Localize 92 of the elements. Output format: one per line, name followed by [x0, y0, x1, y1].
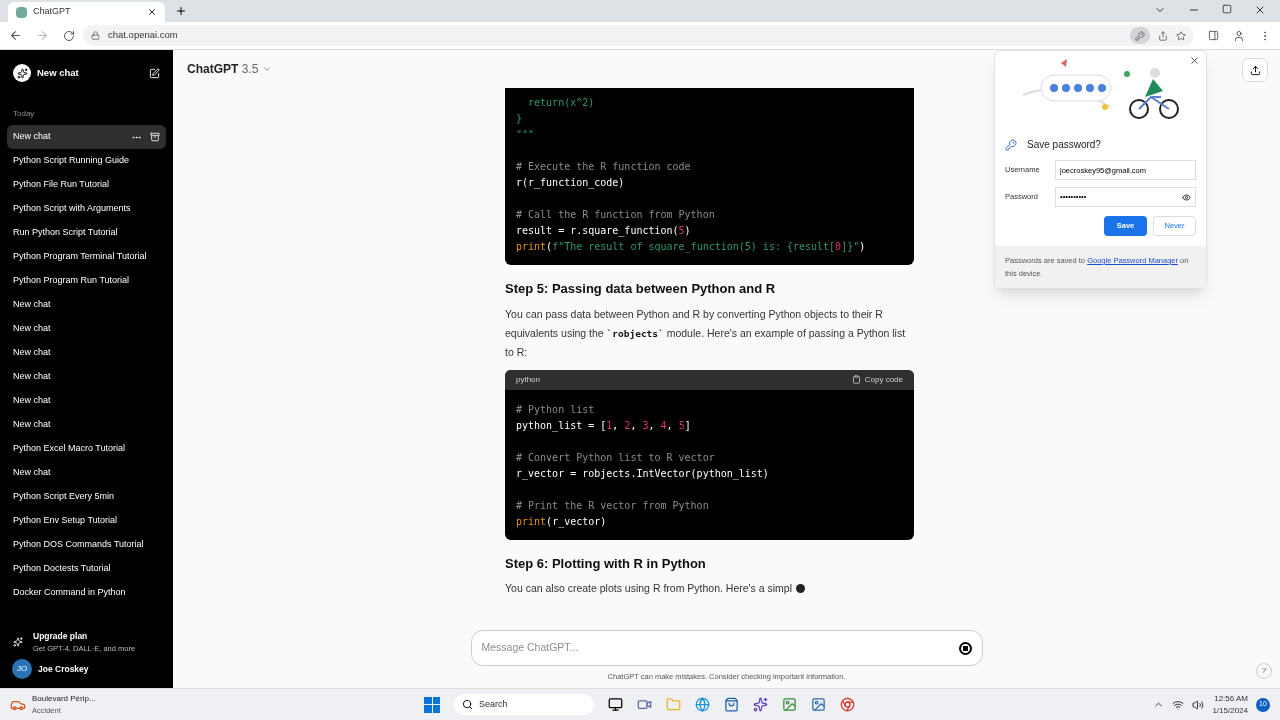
address-bar[interactable]: chat.openai.com	[83, 25, 1194, 46]
code-line: return(x^2)	[527, 96, 595, 110]
logo-icon	[13, 64, 31, 82]
weather-title[interactable]: Boulevard Périp...	[32, 692, 96, 705]
user-name: Joe Croskey	[38, 662, 89, 676]
new-chat-icon[interactable]	[149, 67, 160, 79]
search-icon	[462, 699, 473, 710]
speaker-icon[interactable]	[1192, 698, 1205, 711]
browser-icon[interactable]	[695, 697, 710, 712]
message-input[interactable]: Message ChatGPT...	[470, 630, 983, 666]
archive-icon[interactable]	[150, 131, 160, 142]
paragraph: You can also create plots using R from Python. Here's a simpl	[505, 581, 792, 596]
clipboard-icon	[851, 375, 861, 384]
chat-history-item[interactable]: Python Env Setup Tutorial	[7, 509, 166, 533]
share-button[interactable]	[1242, 58, 1268, 82]
sparkle-icon	[13, 637, 23, 647]
image-editor-icon[interactable]	[782, 697, 797, 712]
close-icon[interactable]	[147, 7, 157, 17]
chat-history-item[interactable]: Python File Run Tutorial	[7, 173, 166, 197]
code-line: r_vector = robjects.IntVector(python_list)	[516, 466, 769, 482]
reload-icon[interactable]	[63, 29, 75, 42]
new-chat-label[interactable]: New chat	[37, 65, 143, 81]
code-line: }	[516, 112, 523, 126]
chat-history-item[interactable]: New chat	[7, 389, 166, 413]
site-icon	[16, 6, 27, 18]
code-line: print(f"The result of square_function(5) is: {result[0]}")	[516, 240, 866, 255]
chat-history-item[interactable]: Python Script Every 5min	[7, 485, 166, 509]
lock-icon	[91, 31, 100, 40]
chat-history-item[interactable]: New chat	[7, 341, 166, 365]
code-line: result = r.square_function(5)	[516, 224, 691, 239]
chat-history-item[interactable]: New chat	[7, 413, 166, 437]
back-icon[interactable]	[9, 29, 22, 42]
popup-title: Save password?	[1027, 138, 1101, 152]
app-icon[interactable]	[753, 697, 768, 712]
chat-history-item[interactable]: Python Program Run Tutorial	[7, 269, 166, 293]
chat-history-item[interactable]: New chat	[7, 461, 166, 485]
maximize-icon[interactable]	[1222, 4, 1232, 14]
code-line: print(r_vector)	[516, 514, 607, 530]
code-line: # Python list	[516, 402, 595, 417]
section-heading: Step 6: Plotting with R in Python	[505, 554, 707, 573]
new-tab-icon[interactable]	[175, 5, 187, 17]
code-line: python_list = [1, 2, 3, 4, 5]	[516, 418, 691, 434]
copy-code-button[interactable]: Copy code	[851, 373, 903, 386]
code-language: python	[516, 373, 541, 386]
network-icon[interactable]	[1172, 698, 1185, 711]
key-icon	[1005, 138, 1017, 151]
chat-history-item[interactable]: Run Python Script Tutorial	[7, 221, 166, 245]
code-line: # Execute the R function code	[516, 160, 691, 174]
task-view-icon[interactable]	[608, 697, 623, 712]
user-avatar[interactable]: JO	[12, 659, 32, 679]
close-icon[interactable]	[1254, 4, 1266, 16]
chat-history-item[interactable]: Python Script Running Guide	[7, 149, 166, 173]
chat-history-item[interactable]: New chat	[7, 317, 166, 341]
clock-time[interactable]: 12:56 AM	[1214, 692, 1248, 705]
code-line: # Print the R vector from Python	[516, 498, 709, 513]
clock-date: 1/15/2024	[1212, 704, 1248, 717]
profile-icon[interactable]	[1233, 29, 1245, 42]
chat-history-item[interactable]: New chat	[7, 125, 166, 149]
chat-history-item[interactable]: New chat	[7, 365, 166, 389]
code-line: # Call the R function from Python	[516, 208, 715, 222]
share-icon[interactable]	[1158, 30, 1168, 41]
code-line: r(r_function_code)	[516, 176, 625, 191]
chat-history-item[interactable]: Python Script with Arguments	[7, 197, 166, 221]
chat-history-item[interactable]: Python DOS Commands Tutorial	[7, 533, 166, 557]
message-field[interactable]: Message ChatGPT...	[481, 640, 959, 656]
stop-icon[interactable]	[958, 641, 972, 655]
start-icon[interactable]	[424, 696, 440, 713]
chat-history-item[interactable]: New chat	[7, 293, 166, 317]
show-password-icon[interactable]	[1182, 192, 1191, 202]
code-line: """	[516, 128, 535, 142]
upgrade-title[interactable]: Upgrade plan	[33, 630, 136, 643]
chat-history-item[interactable]: Python Doctests Tutorial	[7, 557, 166, 581]
browser-tab[interactable]: ChatGPT	[8, 2, 165, 22]
section-label: Today	[12, 108, 36, 120]
store-icon[interactable]	[724, 697, 739, 712]
chat-history-item[interactable]: Python Program Terminal Tutorial	[7, 245, 166, 269]
taskbar-search[interactable]: Search	[454, 694, 594, 715]
chat-history-item[interactable]: Python Excel Macro Tutorial	[7, 437, 166, 461]
close-icon[interactable]	[1189, 55, 1200, 66]
model-title[interactable]: ChatGPT 3.5	[187, 60, 259, 78]
side-panel-icon[interactable]	[1208, 30, 1219, 41]
tab-title: ChatGPT	[33, 5, 72, 19]
bookmark-icon[interactable]	[1176, 30, 1186, 41]
paragraph: You can pass data between Python and R by converting Python objects to their R equivalents using the `robjects` module. Here's an example of passing a Python list to R:	[505, 306, 907, 360]
photos-icon[interactable]	[811, 697, 826, 712]
chrome-icon[interactable]	[840, 697, 855, 712]
url-text: chat.openai.com	[108, 28, 179, 43]
chat-history-item[interactable]: Docker Command in Python	[7, 581, 166, 605]
share-icon	[1249, 64, 1261, 76]
key-icon[interactable]	[1130, 27, 1150, 44]
section-heading: Step 5: Passing data between Python and R	[505, 280, 777, 298]
code-line: # Convert Python list to R vector	[516, 450, 715, 465]
